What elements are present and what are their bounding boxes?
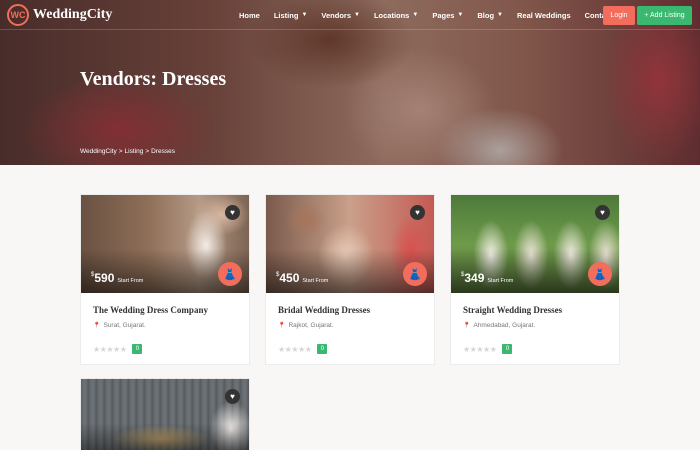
chevron-down-icon: ▼ bbox=[412, 12, 419, 18]
logo[interactable]: WC WeddingCity bbox=[7, 4, 112, 26]
listing-title[interactable]: Bridal Wedding Dresses bbox=[278, 305, 422, 315]
top-navigation: WC WeddingCity Home Listing ▼ Vendors ▼ Lo… bbox=[0, 0, 700, 30]
dress-icon: 👗 bbox=[218, 262, 242, 286]
map-pin-icon: 📍 bbox=[93, 323, 101, 329]
breadcrumb-separator: > bbox=[145, 148, 150, 155]
main-menu: Home Listing ▼ Vendors ▼ Locations ▼ Pages ▼… bbox=[239, 0, 638, 30]
nav-locations[interactable]: Locations ▼ bbox=[374, 11, 418, 20]
review-count-badge: 0 bbox=[132, 344, 143, 354]
listing-card[interactable]: ♥ $ 450 Start From 👗 Bridal Wedding Dres… bbox=[265, 194, 435, 365]
chevron-down-icon: ▼ bbox=[457, 12, 464, 18]
listing-location: 📍 Ahmedabad, Gujarat. bbox=[463, 322, 536, 329]
listing-image[interactable]: ♥ bbox=[81, 379, 249, 450]
listing-rating: ★★★★★ 0 bbox=[463, 344, 513, 354]
breadcrumb-current: Dresses bbox=[151, 148, 175, 155]
nav-listing[interactable]: Listing ▼ bbox=[274, 11, 308, 20]
star-rating-icons: ★★★★★ bbox=[463, 344, 497, 354]
nav-home[interactable]: Home bbox=[239, 11, 260, 20]
breadcrumb-separator: > bbox=[118, 148, 123, 155]
heart-icon[interactable]: ♥ bbox=[225, 389, 240, 404]
heart-icon[interactable]: ♥ bbox=[595, 205, 610, 220]
add-listing-button[interactable]: + Add Listing bbox=[637, 6, 692, 25]
listing-title[interactable]: The Wedding Dress Company bbox=[93, 305, 237, 315]
heart-icon[interactable]: ♥ bbox=[225, 205, 240, 220]
listing-price: $ 349 Start From bbox=[461, 271, 514, 285]
listing-image[interactable]: ♥ $ 349 Start From 👗 bbox=[451, 195, 619, 293]
breadcrumb-home[interactable]: WeddingCity bbox=[80, 148, 117, 155]
nav-real-weddings[interactable]: Real Weddings bbox=[517, 11, 571, 20]
listing-title[interactable]: Straight Wedding Dresses bbox=[463, 305, 607, 315]
review-count-badge: 0 bbox=[502, 344, 513, 354]
listing-image[interactable]: ♥ $ 450 Start From 👗 bbox=[266, 195, 434, 293]
listing-card[interactable]: ♥ $ 349 Start From 👗 Straight Wedding Dr… bbox=[450, 194, 620, 365]
listing-location: 📍 Rajkot, Gujarat. bbox=[278, 322, 334, 329]
nav-pages[interactable]: Pages ▼ bbox=[432, 11, 463, 20]
listing-card[interactable]: ♥ $ 590 Start From 👗 The Wedding Dress C… bbox=[80, 194, 250, 365]
dress-icon: 👗 bbox=[403, 262, 427, 286]
login-button[interactable]: Login bbox=[603, 6, 635, 25]
review-count-badge: 0 bbox=[317, 344, 328, 354]
listing-location: 📍 Surat, Gujarat. bbox=[93, 322, 146, 329]
chevron-down-icon: ▼ bbox=[353, 12, 360, 18]
chevron-down-icon: ▼ bbox=[497, 12, 503, 18]
logo-mark-icon: WC bbox=[7, 4, 29, 26]
breadcrumb-listing[interactable]: Listing bbox=[125, 148, 144, 155]
listing-rating: ★★★★★ 0 bbox=[278, 344, 328, 354]
nav-blog[interactable]: Blog ▼ bbox=[477, 11, 503, 20]
logo-text: WeddingCity bbox=[33, 7, 113, 22]
page-title: Vendors: Dresses bbox=[80, 68, 227, 90]
chevron-down-icon: ▼ bbox=[301, 12, 308, 18]
heart-icon[interactable]: ♥ bbox=[410, 205, 425, 220]
dress-icon: 👗 bbox=[588, 262, 612, 286]
listing-price: $ 590 Start From bbox=[91, 271, 144, 285]
star-rating-icons: ★★★★★ bbox=[93, 344, 127, 354]
nav-vendors[interactable]: Vendors ▼ bbox=[321, 11, 360, 20]
map-pin-icon: 📍 bbox=[278, 323, 286, 329]
map-pin-icon: 📍 bbox=[463, 323, 471, 329]
listing-image[interactable]: ♥ $ 590 Start From 👗 bbox=[81, 195, 249, 293]
listing-price: $ 450 Start From bbox=[276, 271, 329, 285]
breadcrumb: WeddingCity > Listing > Dresses bbox=[80, 148, 175, 155]
star-rating-icons: ★★★★★ bbox=[278, 344, 312, 354]
listing-rating: ★★★★★ 0 bbox=[93, 344, 143, 354]
listing-card[interactable]: ♥ bbox=[80, 378, 250, 450]
